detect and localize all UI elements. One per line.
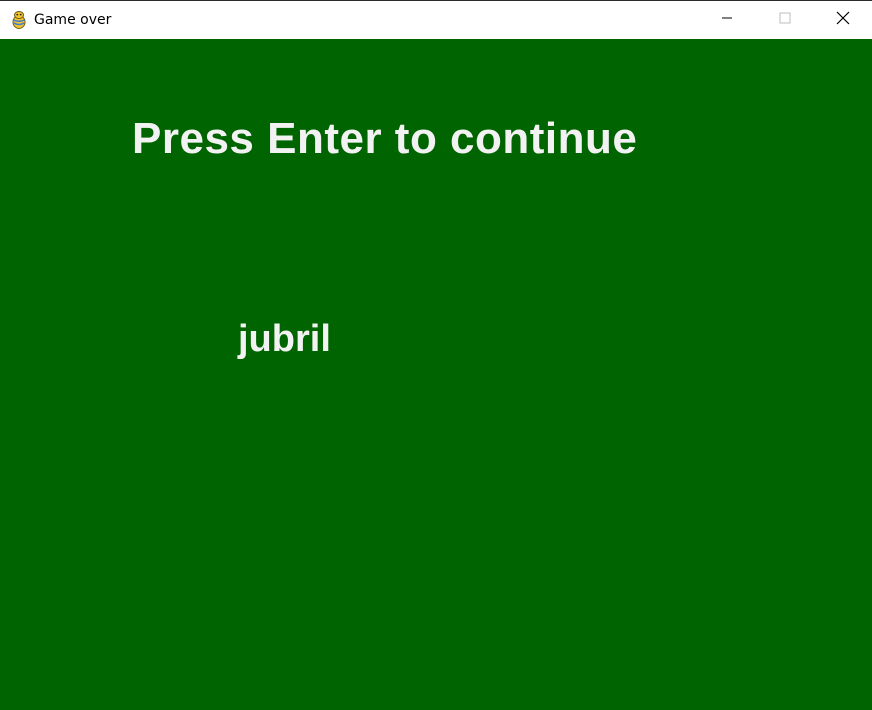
close-button[interactable]: [814, 1, 872, 39]
continue-prompt: Press Enter to continue: [132, 114, 638, 163]
window-title: Game over: [34, 12, 112, 28]
game-canvas[interactable]: Press Enter to continue jubril: [0, 39, 872, 710]
minimize-icon: [721, 11, 733, 29]
close-icon: [836, 11, 850, 30]
pygame-snake-icon: [9, 10, 29, 30]
game-window: Game over Press Enter to continue jubril: [0, 0, 872, 710]
maximize-icon: [779, 11, 791, 29]
maximize-button[interactable]: [756, 1, 814, 39]
minimize-button[interactable]: [698, 1, 756, 39]
player-name-text: jubril: [238, 318, 331, 360]
title-bar[interactable]: Game over: [0, 0, 872, 39]
